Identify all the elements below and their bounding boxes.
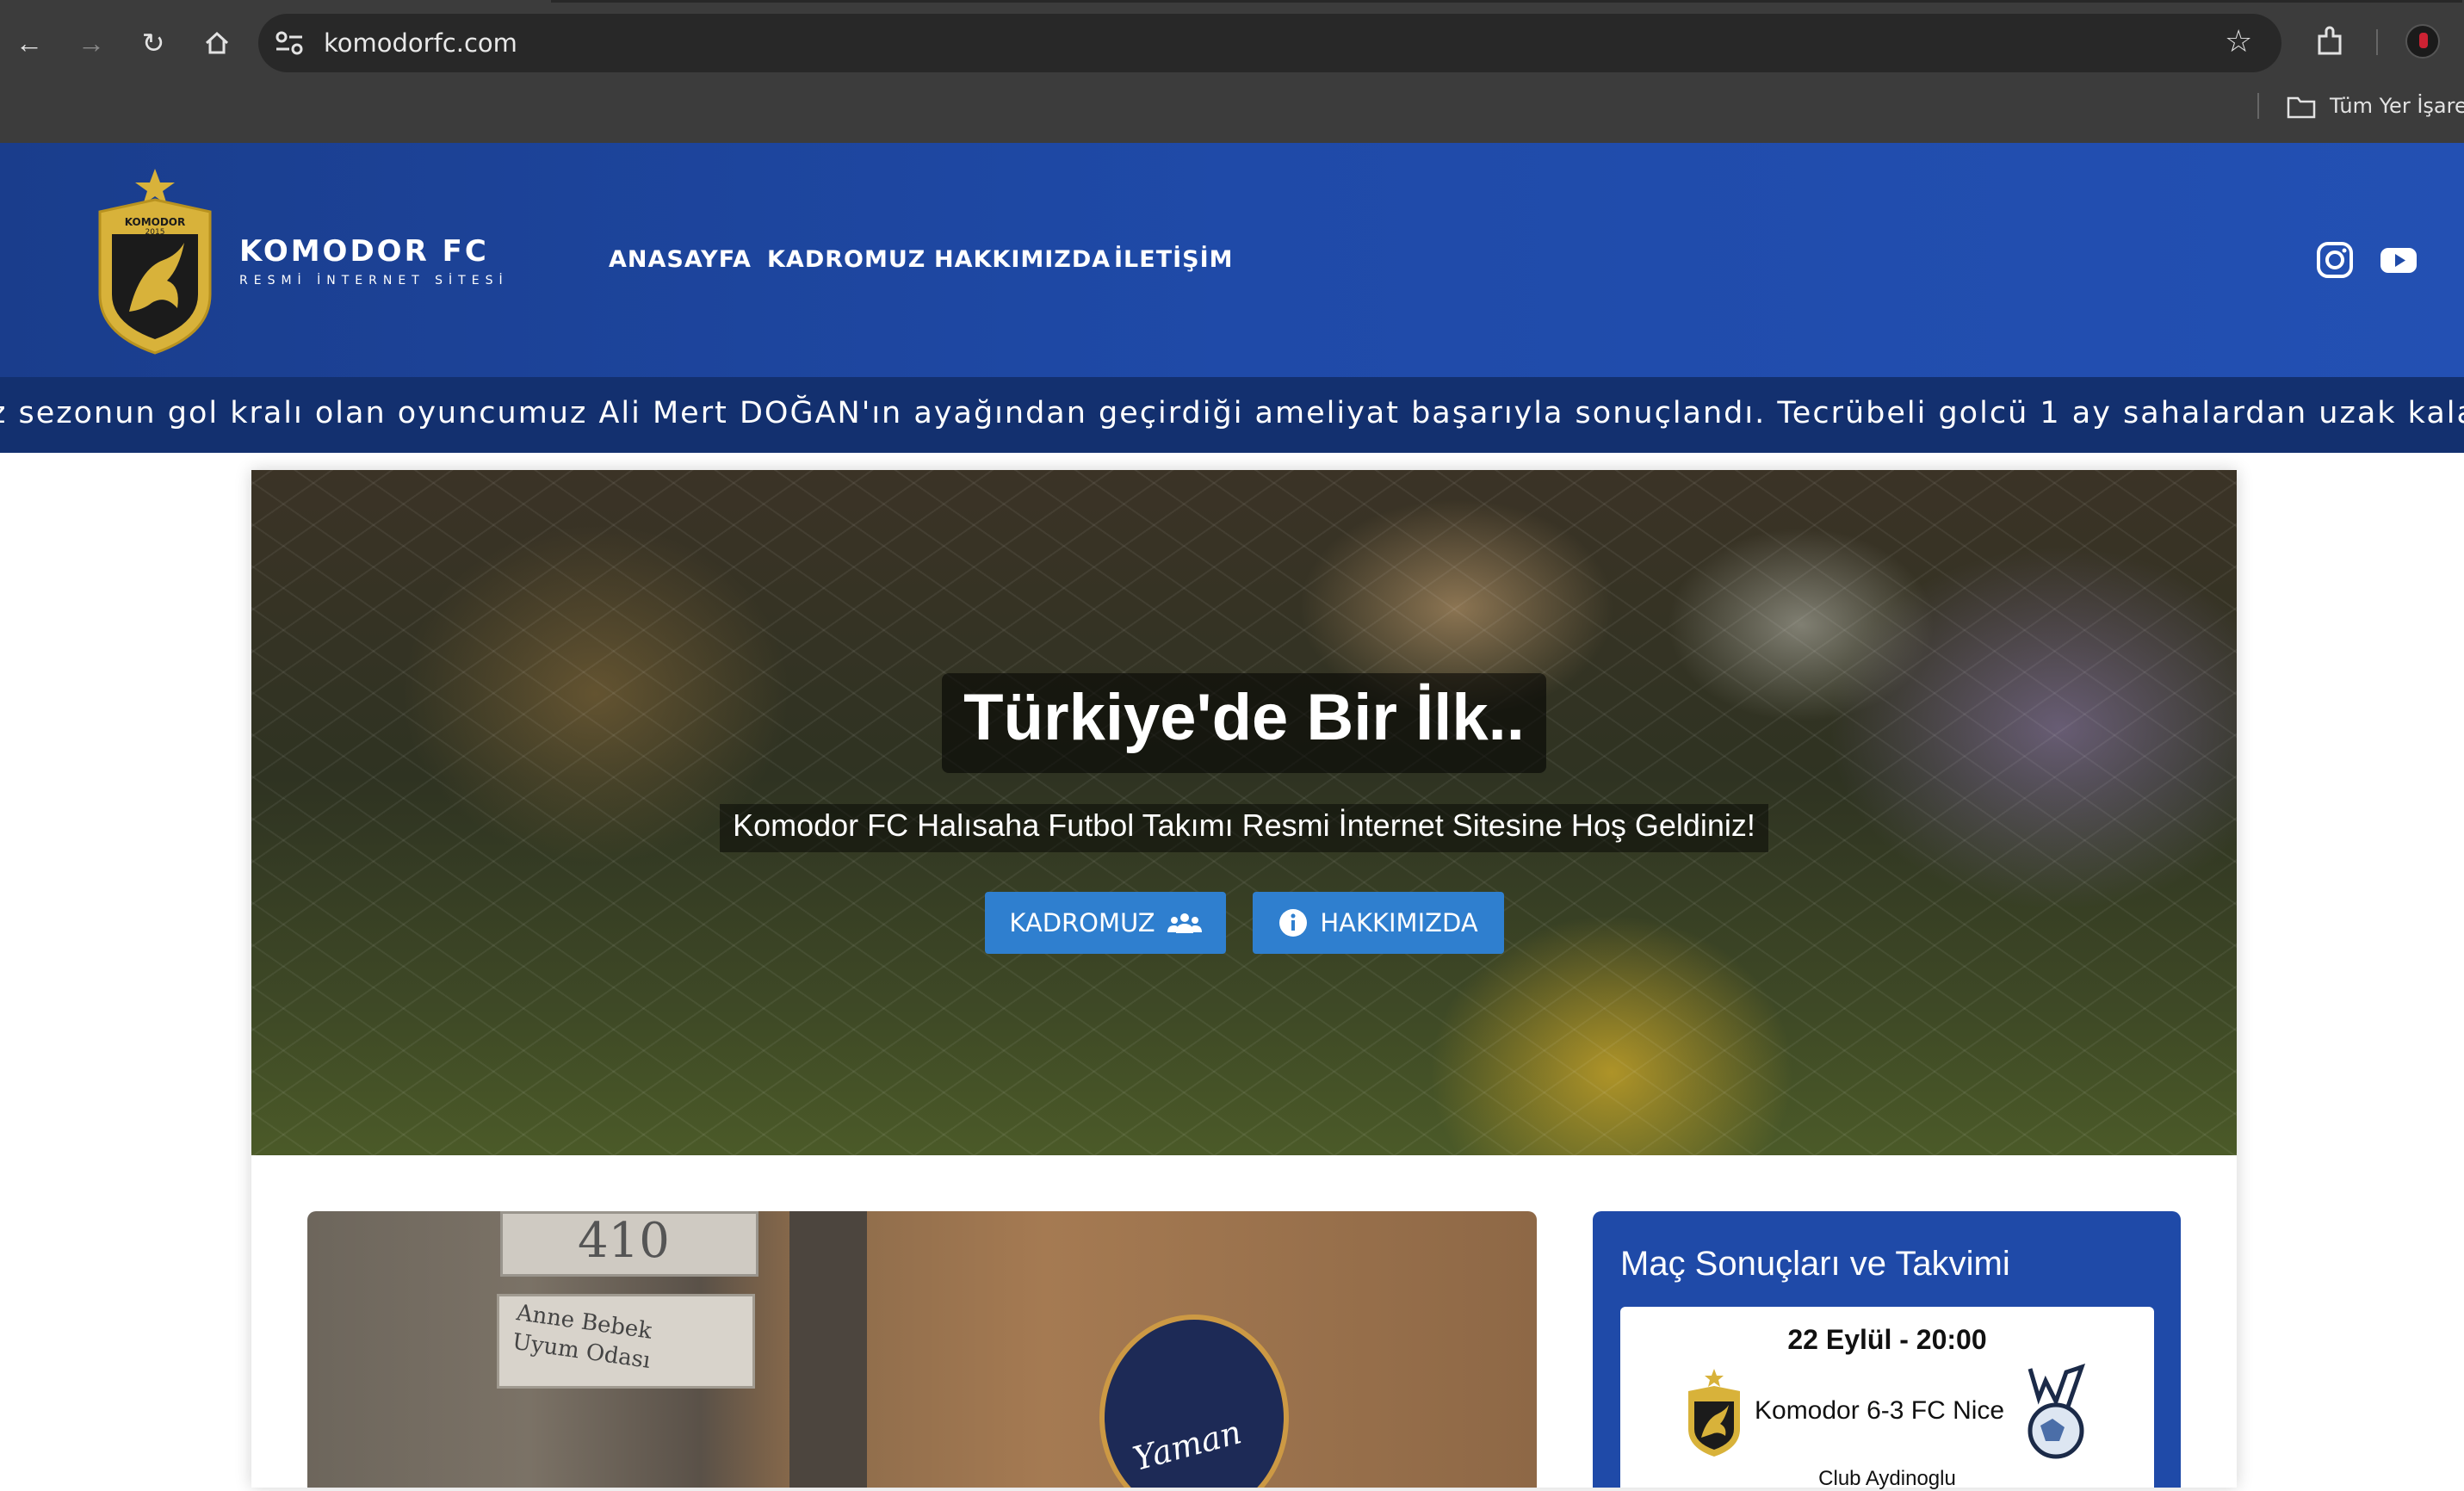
about-button[interactable]: HAKKIMIZDA [1253, 892, 1504, 954]
extensions-icon[interactable] [2312, 24, 2347, 59]
hero-subtitle: Komodor FC Halısaha Futbol Takımı Resmi … [733, 807, 1755, 843]
results-title: Maç Sonuçları ve Takvimi [1620, 1245, 2010, 1283]
bookmark-divider [2257, 93, 2259, 119]
address-bar[interactable] [258, 14, 2281, 72]
komodor-team-logo [1688, 1369, 1740, 1457]
site-settings-icon[interactable] [274, 29, 305, 57]
plaque-number: 410 [578, 1213, 670, 1269]
nav-home[interactable]: ANASAYFA [609, 246, 752, 273]
users-icon [1167, 913, 1202, 933]
match-score: Komodor 6-3 FC Nice [1755, 1396, 2005, 1425]
tab-strip [551, 0, 2462, 3]
door-frame [789, 1211, 867, 1488]
fc-nice-logo [2028, 1364, 2086, 1459]
squad-button[interactable]: KADROMUZ [985, 892, 1226, 954]
news-card[interactable]: 410 Anne Bebek Uyum Odası Yaman [307, 1211, 1537, 1488]
home-icon[interactable] [200, 26, 234, 60]
hero-title: Türkiye'de Bir İlk.. [963, 681, 1525, 754]
info-icon [1279, 909, 1308, 937]
match-date: 22 Eylül - 20:00 [1787, 1324, 1987, 1355]
komodor-logo[interactable]: KOMODOR 2015 [95, 165, 215, 356]
youtube-icon[interactable] [2380, 241, 2418, 279]
brand-name[interactable]: KOMODOR FC [239, 234, 489, 269]
brand-subtitle: RESMİ İNTERNET SİTESİ [239, 274, 509, 288]
nav-squad[interactable]: KADROMUZ [767, 246, 926, 273]
back-icon[interactable]: ← [12, 26, 46, 60]
toolbar-divider [2376, 29, 2378, 55]
reload-icon[interactable]: ↻ [136, 26, 170, 60]
all-bookmarks-link[interactable]: Tüm Yer İşaretleri [2330, 93, 2464, 119]
folder-icon[interactable] [2287, 95, 2316, 119]
squad-button-label: KADROMUZ [1009, 908, 1155, 937]
news-ticker: z sezonun gol kralı olan oyuncumuz Ali M… [0, 377, 2464, 453]
url-text[interactable]: komodorfc.com [324, 26, 517, 60]
bookmark-star-icon[interactable]: ☆ [2225, 24, 2252, 59]
logo-year: 2015 [145, 228, 165, 237]
about-button-label: HAKKIMIZDA [1320, 908, 1478, 937]
logo-text: KOMODOR [125, 216, 186, 228]
profile-avatar[interactable] [2405, 24, 2440, 59]
nav-about[interactable]: HAKKIMIZDA [934, 246, 1111, 273]
instagram-icon[interactable] [2316, 241, 2354, 279]
ticker-text[interactable]: z sezonun gol kralı olan oyuncumuz Ali M… [0, 396, 2464, 430]
nav-contact[interactable]: İLETİŞİM [1114, 246, 1234, 273]
forward-icon[interactable]: → [74, 26, 108, 60]
